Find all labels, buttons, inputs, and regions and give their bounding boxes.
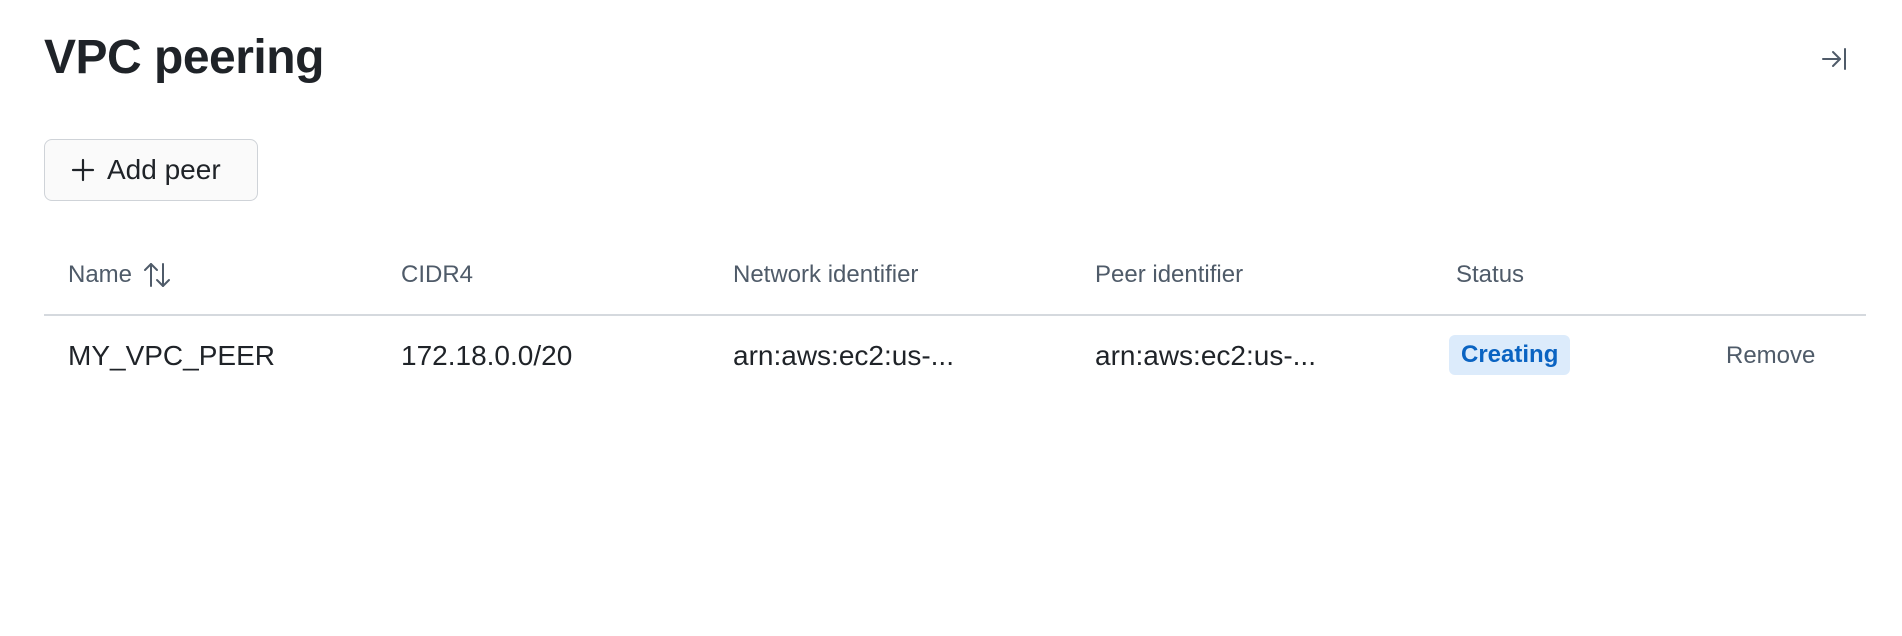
column-header-label: Name (68, 261, 133, 288)
column-header-network-identifier: Network identifier (733, 261, 919, 288)
plus-icon (71, 158, 95, 182)
column-header-status: Status (1456, 261, 1525, 288)
column-header-name[interactable]: Name (68, 257, 172, 293)
cell-network-identifier: arn:aws:ec2:us-... (733, 340, 954, 371)
add-peer-label: Add peer (107, 154, 221, 185)
column-header-cidr4: CIDR4 (401, 261, 474, 288)
column-header-peer-identifier: Peer identifier (1095, 261, 1244, 288)
sort-icon[interactable] (142, 260, 172, 290)
table-header-divider (44, 314, 1866, 316)
remove-button[interactable]: Remove (1726, 338, 1815, 374)
collapse-panel-icon (1822, 48, 1846, 70)
cell-peer-identifier: arn:aws:ec2:us-... (1095, 340, 1316, 371)
collapse-panel-button[interactable] (1818, 44, 1850, 74)
cell-cidr4: 172.18.0.0/20 (401, 340, 573, 371)
page-title: VPC peering (44, 31, 324, 84)
add-peer-button[interactable]: Add peer (44, 139, 258, 201)
cell-name: MY_VPC_PEER (68, 340, 275, 371)
status-badge: Creating (1449, 335, 1571, 375)
